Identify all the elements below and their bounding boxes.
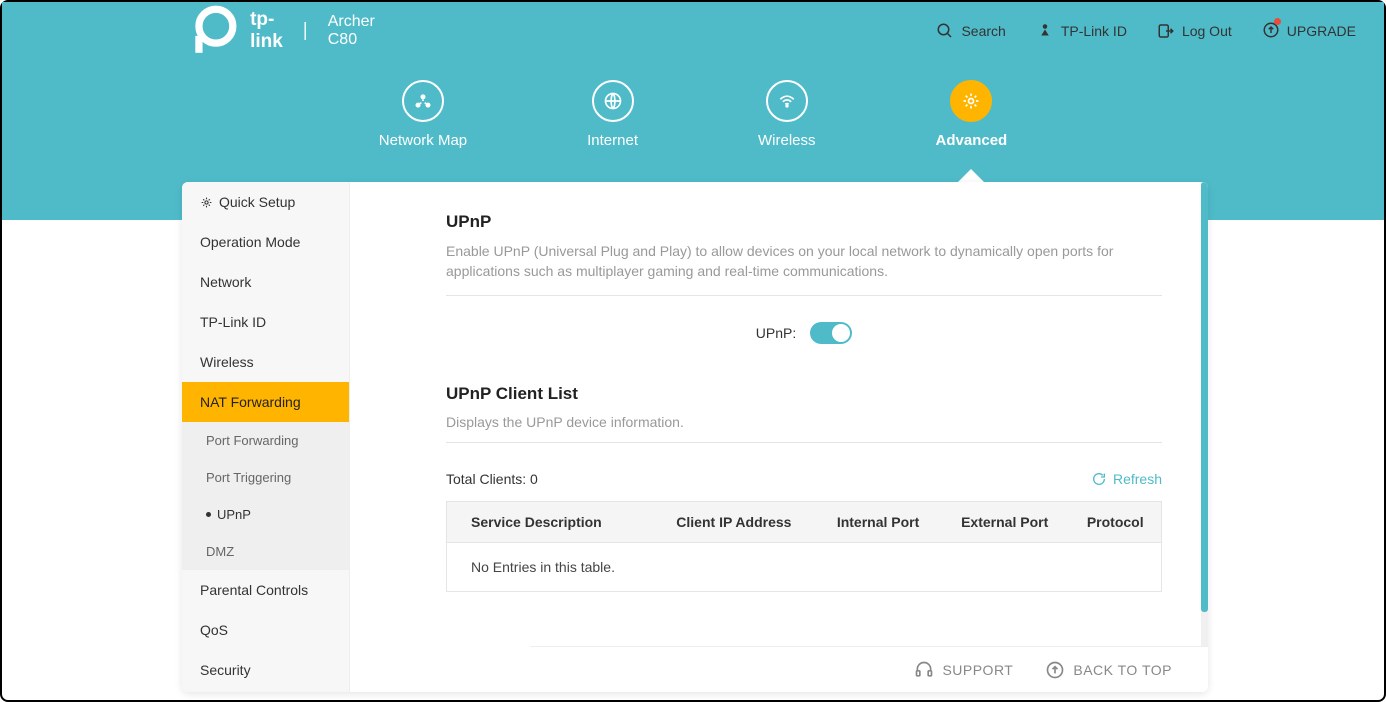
globe-icon <box>603 91 623 111</box>
main-panel: Quick Setup Operation Mode Network TP-Li… <box>182 182 1208 692</box>
brand-model: Archer C80 <box>328 13 375 49</box>
back-to-top-label: BACK TO TOP <box>1073 662 1172 678</box>
sidebar-tplink-id[interactable]: TP-Link ID <box>182 302 349 342</box>
toggle-knob <box>832 324 850 342</box>
bullet-icon <box>206 512 211 517</box>
col-ip: Client IP Address <box>652 502 817 543</box>
col-service: Service Description <box>447 502 652 543</box>
sidebar-upnp[interactable]: UPnP <box>182 496 349 533</box>
search-button[interactable]: Search <box>936 22 1005 40</box>
tplink-id-button[interactable]: TP-Link ID <box>1036 22 1127 40</box>
brand-separator: | <box>303 20 308 42</box>
empty-message: No Entries in this table. <box>447 543 1162 592</box>
content-area: UPnP Enable UPnP (Universal Plug and Pla… <box>350 182 1208 692</box>
sidebar-parental[interactable]: Parental Controls <box>182 570 349 610</box>
nav-internet[interactable]: Internet <box>587 80 638 149</box>
sidebar-dmz[interactable]: DMZ <box>182 533 349 570</box>
scrollbar-thumb[interactable] <box>1201 182 1208 612</box>
tplink-id-label: TP-Link ID <box>1061 23 1127 39</box>
sidebar-quick-label: Quick Setup <box>219 194 295 210</box>
nav-active-indicator <box>957 169 985 183</box>
scrollbar-track[interactable] <box>1201 182 1208 692</box>
sidebar-qos[interactable]: QoS <box>182 610 349 650</box>
col-protocol: Protocol <box>1069 502 1161 543</box>
nav-wireless[interactable]: Wireless <box>758 80 816 149</box>
sidebar-security[interactable]: Security <box>182 650 349 690</box>
logout-icon <box>1157 22 1175 40</box>
network-map-icon <box>413 91 433 111</box>
upnp-toggle-label: UPnP: <box>756 325 796 341</box>
sidebar-port-triggering[interactable]: Port Triggering <box>182 459 349 496</box>
gear-icon <box>961 91 981 111</box>
client-list-title: UPnP Client List <box>446 384 1162 404</box>
sidebar-quick-setup[interactable]: Quick Setup <box>182 182 349 222</box>
back-to-top-button[interactable]: BACK TO TOP <box>1045 660 1172 680</box>
upgrade-button[interactable]: UPGRADE <box>1262 21 1356 42</box>
sidebar-nat-forwarding[interactable]: NAT Forwarding <box>182 382 349 422</box>
nav-network-map[interactable]: Network Map <box>379 80 467 149</box>
search-icon <box>936 22 954 40</box>
sidebar: Quick Setup Operation Mode Network TP-Li… <box>182 182 350 692</box>
client-list-desc: Displays the UPnP device information. <box>446 414 1162 443</box>
refresh-icon <box>1091 471 1107 487</box>
nav-advanced-label: Advanced <box>936 132 1008 149</box>
refresh-button[interactable]: Refresh <box>1091 471 1162 487</box>
nav-wireless-label: Wireless <box>758 132 816 149</box>
table-row: No Entries in this table. <box>447 543 1162 592</box>
logout-button[interactable]: Log Out <box>1157 22 1232 40</box>
arrow-up-icon <box>1045 660 1065 680</box>
quick-setup-icon <box>200 196 213 209</box>
col-internal-port: Internal Port <box>816 502 940 543</box>
person-icon <box>1036 22 1054 40</box>
client-table: Service Description Client IP Address In… <box>446 501 1162 592</box>
total-clients: Total Clients: 0 <box>446 471 538 487</box>
upgrade-icon-wrap <box>1262 21 1280 42</box>
brand-logo: tp-link | Archer C80 <box>182 2 375 60</box>
sidebar-network[interactable]: Network <box>182 262 349 302</box>
upnp-title: UPnP <box>446 212 1162 232</box>
wifi-icon <box>777 91 797 111</box>
support-button[interactable]: SUPPORT <box>914 660 1013 680</box>
search-label: Search <box>961 23 1005 39</box>
headset-icon <box>914 660 934 680</box>
nav-internet-label: Internet <box>587 132 638 149</box>
nav-network-map-label: Network Map <box>379 132 467 149</box>
sidebar-operation-mode[interactable]: Operation Mode <box>182 222 349 262</box>
nav-advanced[interactable]: Advanced <box>936 80 1008 149</box>
sidebar-port-forwarding[interactable]: Port Forwarding <box>182 422 349 459</box>
upgrade-icon <box>1262 21 1280 39</box>
support-label: SUPPORT <box>942 662 1013 678</box>
logout-label: Log Out <box>1182 23 1232 39</box>
brand-name: tp-link <box>250 9 283 53</box>
upgrade-label: UPGRADE <box>1287 23 1356 39</box>
upnp-desc: Enable UPnP (Universal Plug and Play) to… <box>446 242 1162 296</box>
sidebar-wireless[interactable]: Wireless <box>182 342 349 382</box>
tplink-logo-icon <box>182 2 240 60</box>
refresh-label: Refresh <box>1113 471 1162 487</box>
upnp-toggle[interactable] <box>810 322 852 344</box>
col-external-port: External Port <box>940 502 1070 543</box>
footer: SUPPORT BACK TO TOP <box>530 646 1208 692</box>
